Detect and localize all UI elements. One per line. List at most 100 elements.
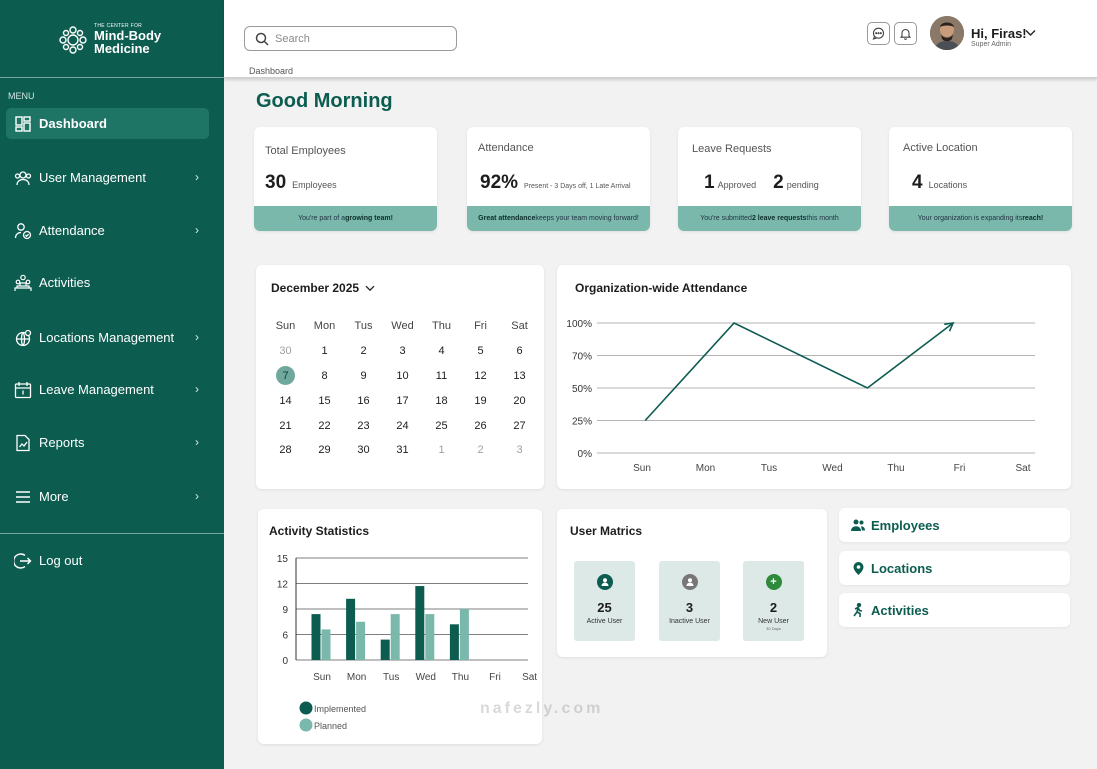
calendar-day-number: 9	[360, 369, 367, 382]
sidebar-item-user-management[interactable]: User Management ›	[6, 162, 209, 193]
calendar-day-number: 29	[318, 444, 331, 457]
chevron-right-icon: ›	[195, 330, 199, 344]
messages-button[interactable]	[867, 22, 890, 45]
breadcrumb[interactable]: Dashboard	[249, 66, 293, 76]
calendar-day[interactable]: 21	[266, 413, 305, 438]
calendar-day[interactable]: 1	[422, 438, 461, 463]
calendar-month-selector[interactable]: December 2025	[271, 281, 375, 295]
stat-footer-emphasis: 2 leave requests	[751, 215, 807, 222]
chevron-down-icon	[1025, 30, 1036, 36]
sidebar-item-more[interactable]: More ›	[6, 481, 209, 512]
metric-active-users[interactable]: 25 Active User	[574, 561, 635, 641]
quick-link-locations[interactable]: Locations	[839, 551, 1070, 585]
legend-swatch	[299, 718, 313, 732]
calendar-day[interactable]: 9	[344, 364, 383, 389]
calendar-day[interactable]: 23	[344, 413, 383, 438]
stat-footer: Great attendance keeps your team moving …	[467, 206, 650, 231]
calendar-day-number: 16	[357, 394, 370, 407]
bell-icon	[899, 28, 912, 40]
bar-implemented	[380, 639, 390, 660]
calendar-day[interactable]: 22	[305, 413, 344, 438]
logout-button[interactable]: Log out	[6, 545, 209, 576]
bar-implemented	[346, 598, 356, 660]
calendar-day[interactable]: 24	[383, 413, 422, 438]
quick-link-activities[interactable]: Activities	[839, 593, 1070, 627]
calendar-day[interactable]: 14	[266, 388, 305, 413]
calendar-day[interactable]: 29	[305, 438, 344, 463]
metric-inactive-users[interactable]: 3 Inactive User	[659, 561, 720, 641]
calendar-day[interactable]: 2	[344, 339, 383, 364]
attendance-series-line	[644, 322, 954, 422]
search-input[interactable]	[275, 32, 445, 45]
employees-icon	[851, 518, 865, 532]
calendar-day[interactable]: 25	[422, 413, 461, 438]
sidebar-item-leave-management[interactable]: Leave Management ›	[6, 374, 209, 405]
calendar-day[interactable]: 20	[500, 388, 539, 413]
sidebar-item-locations-management[interactable]: Locations Management ›	[6, 322, 209, 353]
sidebar-item-label: More	[39, 489, 69, 504]
stat-unit-secondary: pending	[786, 180, 819, 190]
calendar-day[interactable]: 18	[422, 388, 461, 413]
calendar-day[interactable]: 15	[305, 388, 344, 413]
metric-label: New User	[758, 618, 789, 625]
stat-value: 1	[704, 172, 715, 193]
sidebar-item-reports[interactable]: Reports ›	[6, 427, 209, 458]
calendar-day[interactable]: 8	[305, 364, 344, 389]
sidebar-item-activities[interactable]: Activities	[6, 267, 209, 298]
calendar-day[interactable]: 17	[383, 388, 422, 413]
calendar-day-number: 22	[318, 419, 331, 432]
calendar-day-number: 5	[477, 345, 484, 358]
calendar-day[interactable]: 3	[383, 339, 422, 364]
calendar-day[interactable]: 26	[461, 413, 500, 438]
x-tick-label: Sun	[633, 463, 651, 474]
calendar-day[interactable]: 30	[266, 339, 305, 364]
calendar-day-number: 1	[321, 345, 328, 358]
calendar-day[interactable]: 30	[344, 438, 383, 463]
calendar-day[interactable]: 19	[461, 388, 500, 413]
stat-title: Total Employees	[265, 145, 346, 157]
calendar-day[interactable]: 10	[383, 364, 422, 389]
stat-card-attendance[interactable]: Attendance 92% Present - 3 Days off, 1 L…	[467, 127, 650, 231]
quick-link-label: Activities	[871, 602, 929, 618]
stat-card-leave-requests[interactable]: Leave Requests 1 Approved 2 pending You'…	[678, 127, 861, 231]
attendance-chart-card: Organization-wide Attendance 0% 25% 50% 70%…	[557, 265, 1071, 489]
metric-new-users[interactable]: + 2 New User 30 Days	[743, 561, 804, 641]
calendar-day[interactable]: 2	[461, 438, 500, 463]
calendar-day[interactable]: 6	[500, 339, 539, 364]
calendar-day[interactable]: 4	[422, 339, 461, 364]
calendar-day-number: 20	[513, 394, 526, 407]
calendar-day[interactable]: 28	[266, 438, 305, 463]
quick-link-employees[interactable]: Employees	[839, 508, 1070, 542]
calendar-day[interactable]: 13	[500, 364, 539, 389]
y-tick-label: 0%	[578, 449, 593, 460]
sidebar-item-dashboard[interactable]: Dashboard	[6, 108, 209, 139]
y-tick-label: 25%	[572, 417, 592, 428]
calendar-day-number: 3	[516, 444, 523, 457]
notifications-button[interactable]	[894, 22, 917, 45]
y-tick-label: 6	[282, 631, 288, 642]
menu-icon	[14, 488, 32, 506]
calendar-day[interactable]: 27	[500, 413, 539, 438]
stat-card-total-employees[interactable]: Total Employees 30 Employees You're part…	[254, 127, 437, 231]
metric-sublabel: 30 Days	[766, 626, 781, 631]
calendar-day[interactable]: 12	[461, 364, 500, 389]
y-tick-label: 50%	[572, 384, 592, 395]
calendar-day[interactable]: 5	[461, 339, 500, 364]
calendar-day[interactable]: 31	[383, 438, 422, 463]
calendar-day[interactable]: 1	[305, 339, 344, 364]
calendar-day-number: 11	[435, 369, 448, 382]
calendar-day[interactable]: 16	[344, 388, 383, 413]
stat-card-active-location[interactable]: Active Location 4 Locations Your organiz…	[889, 127, 1072, 231]
logo[interactable]: THE CENTER FOR Mind-Body Medicine	[58, 24, 161, 55]
avatar[interactable]	[930, 16, 964, 50]
stat-title: Attendance	[478, 142, 534, 154]
user-greeting[interactable]: Hi, Firas!	[971, 26, 1027, 41]
sidebar-item-attendance[interactable]: Attendance ›	[6, 215, 209, 246]
calendar-day-selected[interactable]: 7	[266, 364, 305, 389]
search-box[interactable]	[244, 26, 457, 51]
user-menu-dropdown[interactable]	[1025, 26, 1036, 40]
x-tick-label: Wed	[822, 463, 842, 474]
calendar-day[interactable]: 11	[422, 364, 461, 389]
calendar-day[interactable]: 3	[500, 438, 539, 463]
attendance-line-chart: 0% 25% 50% 70% 100% Sun Mon Tus Wed Thu Fri Sat	[566, 319, 1035, 474]
